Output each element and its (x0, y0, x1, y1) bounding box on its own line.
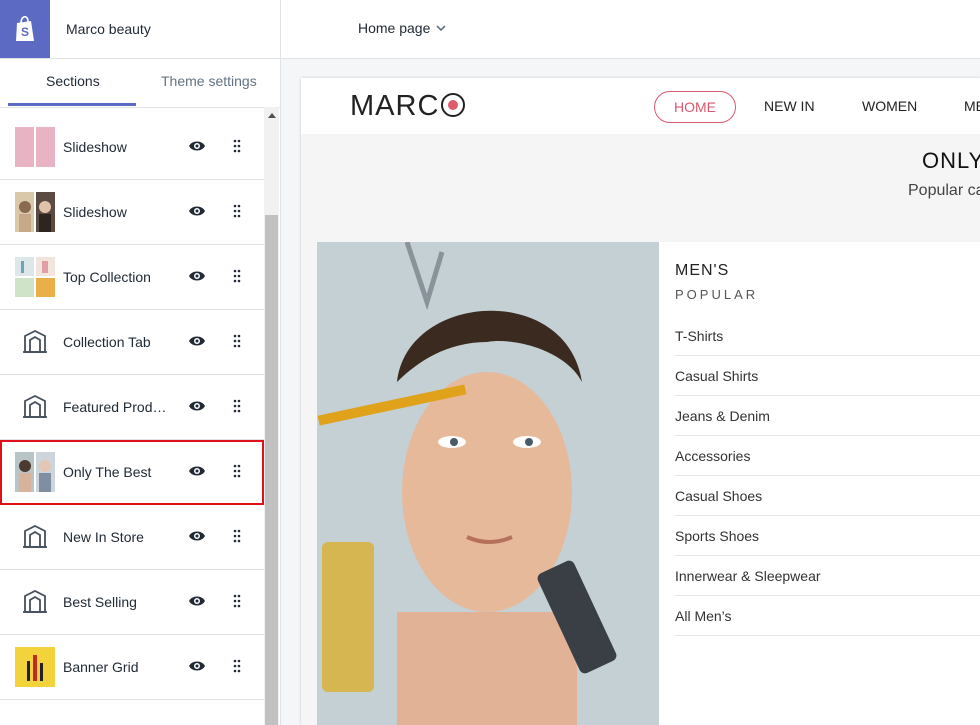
section-row-banner-grid[interactable]: Banner Grid (0, 635, 264, 700)
scroll-up-arrow-icon[interactable] (268, 113, 276, 118)
menu-link[interactable]: Jeans & Denim (675, 396, 980, 436)
section-label: New In Store (63, 529, 144, 545)
section-template-icon (23, 589, 47, 613)
nav-women[interactable]: WOMEN (862, 91, 917, 121)
brand-logo[interactable]: MARC (350, 90, 466, 123)
portrait-slideshow-thumbnail-icon (15, 192, 55, 232)
drag-handle-icon[interactable] (233, 269, 241, 283)
section-label: Collection Tab (63, 334, 151, 350)
drag-handle-icon[interactable] (233, 594, 241, 608)
section-row-only-the-best[interactable]: Only The Best (0, 440, 264, 505)
section-label: Best Selling (63, 594, 137, 610)
eye-icon[interactable] (188, 594, 206, 608)
section-row-best-selling[interactable]: Best Selling (0, 570, 264, 635)
drag-handle-icon[interactable] (233, 204, 241, 218)
eye-icon[interactable] (188, 659, 206, 673)
tab-sections[interactable]: Sections (46, 73, 100, 89)
page-selector[interactable]: Home page (358, 20, 446, 36)
collection-thumbnail-icon (15, 257, 55, 297)
top-bar: S Marco beauty Home page (0, 0, 980, 59)
menu-title: MEN'S (675, 262, 730, 279)
divider (280, 0, 281, 58)
sidebar-scrollbar[interactable] (264, 107, 279, 725)
sidebar: Sections Theme settings Slideshow Slides… (0, 59, 281, 725)
menu-list: T-Shirts Casual Shirts Jeans & Denim Acc… (675, 316, 980, 636)
section-row-featured-product[interactable]: Featured Produ… (0, 375, 264, 440)
eye-icon[interactable] (188, 269, 206, 283)
shopify-logo-icon[interactable]: S (0, 0, 50, 58)
section-label: Slideshow (63, 204, 127, 220)
nav-home[interactable]: HOME (654, 91, 736, 123)
drag-handle-icon[interactable] (233, 464, 241, 478)
svg-text:S: S (21, 25, 29, 39)
menu-link[interactable]: Innerwear & Sleepwear (675, 556, 980, 596)
tab-theme-settings[interactable]: Theme settings (161, 73, 257, 89)
sections-list: Slideshow Slideshow Top Collection Colle… (0, 115, 264, 700)
menu-link[interactable]: Accessories (675, 436, 980, 476)
section-label: Slideshow (63, 139, 127, 155)
section-label: Only The Best (63, 464, 152, 480)
mens-menu-panel: MEN'S POPULAR T-Shirts Casual Shirts Jea… (659, 242, 980, 725)
menu-link[interactable]: Sports Shoes (675, 516, 980, 556)
menu-link[interactable]: Casual Shoes (675, 476, 980, 516)
section-row-top-collection[interactable]: Top Collection (0, 245, 264, 310)
eye-icon[interactable] (188, 334, 206, 348)
eye-icon[interactable] (188, 139, 206, 153)
drag-handle-icon[interactable] (233, 399, 241, 413)
section-label: Banner Grid (63, 659, 139, 675)
menu-subtitle: POPULAR (675, 287, 759, 302)
eye-icon[interactable] (188, 464, 206, 478)
brand-o-icon (441, 93, 466, 117)
model-photo (317, 242, 659, 725)
section-row-slideshow[interactable]: Slideshow (0, 115, 264, 180)
menu-link[interactable]: Casual Shirts (675, 356, 980, 396)
eye-icon[interactable] (188, 399, 206, 413)
portrait-thumbnail-icon (15, 452, 55, 492)
banner-thumbnail-icon (15, 647, 55, 687)
section-template-icon (23, 329, 47, 353)
page-selector-label: Home page (358, 20, 431, 36)
pink-slideshow-thumbnail-icon (15, 127, 55, 167)
section-label: Featured Produ… (63, 399, 173, 415)
section-label: Top Collection (63, 269, 151, 285)
menu-link[interactable]: All Men’s (675, 596, 980, 636)
active-tab-indicator (8, 103, 136, 106)
storefront-preview: MARC HOME NEW IN WOMEN ME ONLY Popular c… (301, 78, 980, 725)
drag-handle-icon[interactable] (233, 334, 241, 348)
site-header: MARC HOME NEW IN WOMEN ME (301, 78, 980, 134)
chevron-down-icon (436, 25, 446, 31)
nav-men[interactable]: ME (964, 91, 980, 121)
drag-handle-icon[interactable] (233, 529, 241, 543)
section-row-new-in-store[interactable]: New In Store (0, 505, 264, 570)
nav-new-in[interactable]: NEW IN (764, 91, 815, 121)
store-name: Marco beauty (66, 21, 151, 37)
eye-icon[interactable] (188, 204, 206, 218)
drag-handle-icon[interactable] (233, 659, 241, 673)
scrollbar-thumb[interactable] (265, 215, 278, 725)
eye-icon[interactable] (188, 529, 206, 543)
section-title: ONLY (922, 148, 980, 173)
menu-link[interactable]: T-Shirts (675, 316, 980, 356)
section-row-collection-tab[interactable]: Collection Tab (0, 310, 264, 375)
section-template-icon (23, 394, 47, 418)
section-subtitle: Popular ca (908, 182, 980, 199)
brand-text: MARC (350, 90, 440, 122)
sidebar-tabs: Sections Theme settings (0, 59, 280, 108)
section-template-icon (23, 524, 47, 548)
section-row-slideshow[interactable]: Slideshow (0, 180, 264, 245)
drag-handle-icon[interactable] (233, 139, 241, 153)
